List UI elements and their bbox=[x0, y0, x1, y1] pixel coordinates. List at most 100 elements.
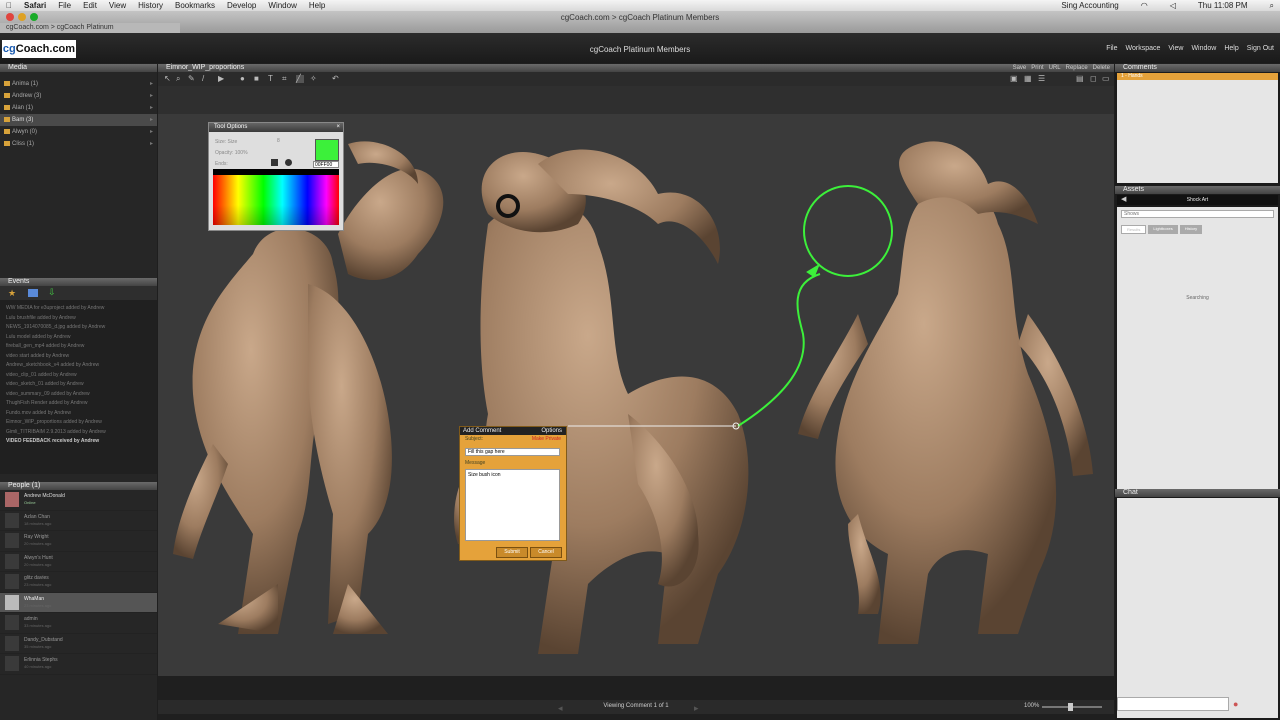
cancel-button[interactable]: Cancel bbox=[530, 547, 562, 558]
menu-view[interactable]: View bbox=[109, 1, 126, 10]
save-link[interactable]: Save bbox=[1013, 64, 1027, 72]
folder-item[interactable]: Anima (1) ▸ bbox=[0, 78, 157, 90]
apple-icon[interactable]:  bbox=[6, 1, 12, 10]
size-value[interactable]: 8 bbox=[277, 138, 280, 144]
list-item[interactable]: Lulu brushfile added by Andrew bbox=[0, 314, 157, 324]
chat-panel-header[interactable]: Chat bbox=[1115, 489, 1280, 497]
list-item[interactable]: Fundo.mov added by Andrew bbox=[0, 409, 157, 419]
play-icon[interactable]: ▶ bbox=[218, 75, 226, 83]
submit-button[interactable]: Submit bbox=[496, 547, 528, 558]
menu-bookmarks[interactable]: Bookmarks bbox=[175, 1, 215, 10]
menu-window[interactable]: Window bbox=[268, 1, 296, 10]
round-end-icon[interactable] bbox=[285, 159, 292, 166]
people-panel-header[interactable]: People (1) bbox=[0, 482, 157, 490]
tab-lightboxes[interactable]: Lightboxes bbox=[1148, 225, 1178, 234]
fit-icon[interactable]: ▣ bbox=[1010, 75, 1018, 83]
list-item[interactable]: NEWS_1914070085_d.jpg added by Andrew bbox=[0, 323, 157, 333]
assets-panel-header[interactable]: Assets bbox=[1115, 186, 1280, 194]
circle-tool-icon[interactable]: ● bbox=[240, 75, 248, 83]
list-item[interactable]: WW MEDIA for e3uproject added by Andrew bbox=[0, 304, 157, 314]
list-item[interactable]: video_sketch_01 added by Andrew bbox=[0, 380, 157, 390]
color-spectrum[interactable] bbox=[213, 175, 339, 225]
next-icon[interactable]: ▸ bbox=[694, 703, 699, 714]
person-row[interactable]: Erlinnia Stephs 40 minutes ago bbox=[0, 654, 157, 675]
subject-input[interactable] bbox=[465, 448, 560, 456]
brush-icon[interactable]: / bbox=[202, 75, 210, 83]
back-icon[interactable]: ◀ bbox=[1121, 195, 1126, 203]
menu-help[interactable]: Help bbox=[309, 1, 325, 10]
list-item[interactable]: video start added by Andrew bbox=[0, 352, 157, 362]
list-item[interactable]: Andrew_sketchbook_v4 added by Andrew bbox=[0, 361, 157, 371]
volume-icon[interactable]: ◁ bbox=[1170, 1, 1176, 10]
menu-edit[interactable]: Edit bbox=[83, 1, 97, 10]
list-item[interactable]: Eimnor_WIP_proportions added by Andrew bbox=[0, 418, 157, 428]
message-input[interactable]: Size bush icon bbox=[465, 469, 560, 541]
tool-options-title[interactable]: Tool Options bbox=[209, 123, 343, 132]
send-icon[interactable]: ● bbox=[1233, 699, 1238, 709]
app-menu-file[interactable]: File bbox=[1106, 45, 1117, 52]
list-view-icon[interactable]: ☰ bbox=[1038, 75, 1046, 83]
image-icon[interactable] bbox=[28, 289, 38, 297]
tab-results[interactable]: Results bbox=[1121, 225, 1147, 234]
person-row[interactable]: glitz davies 23 minutes ago bbox=[0, 572, 157, 593]
square-tool-icon[interactable]: ■ bbox=[254, 75, 262, 83]
text-tool-icon[interactable]: T bbox=[268, 75, 276, 83]
person-row[interactable]: Azlan Chan 18 minutes ago bbox=[0, 511, 157, 531]
menu-history[interactable]: History bbox=[138, 1, 163, 10]
person-row[interactable]: admin 33 minutes ago bbox=[0, 613, 157, 634]
app-menu-help[interactable]: Help bbox=[1224, 45, 1238, 52]
events-panel-header[interactable]: Events bbox=[0, 278, 157, 286]
pointer-icon[interactable]: ↖ bbox=[164, 75, 172, 83]
menu-develop[interactable]: Develop bbox=[227, 1, 256, 10]
window-icon[interactable]: ▭ bbox=[1102, 75, 1110, 83]
menu-safari[interactable]: Safari bbox=[24, 1, 46, 10]
app-menu-view[interactable]: View bbox=[1168, 45, 1183, 52]
options-menu[interactable]: Options bbox=[541, 427, 562, 435]
make-private-toggle[interactable]: Make Private bbox=[532, 435, 561, 443]
app-menu-window[interactable]: Window bbox=[1191, 45, 1216, 52]
menu-file[interactable]: File bbox=[58, 1, 71, 10]
chat-input[interactable] bbox=[1117, 697, 1229, 711]
comment-item[interactable]: 1 - Hands bbox=[1117, 73, 1278, 80]
fullscreen-icon[interactable]: ◻ bbox=[1090, 75, 1098, 83]
list-item[interactable]: ThughFish Render added by Andrew bbox=[0, 399, 157, 409]
app-menu-workspace[interactable]: Workspace bbox=[1126, 45, 1161, 52]
crop-icon[interactable]: ⌗ bbox=[282, 75, 290, 83]
color-swatch[interactable] bbox=[315, 139, 339, 161]
replace-link[interactable]: Replace bbox=[1066, 64, 1088, 72]
viewer-tab[interactable]: Eimnor_WIP_proportions bbox=[158, 64, 1114, 72]
close-icon[interactable]: × bbox=[336, 124, 340, 130]
line-tool-icon[interactable]: ╱ bbox=[296, 75, 304, 83]
person-row[interactable]: Dandy_Dubstand 35 minutes ago bbox=[0, 634, 157, 654]
zoom-slider-handle[interactable] bbox=[1068, 703, 1073, 711]
download-icon[interactable]: ⇩ bbox=[48, 287, 56, 298]
folder-item[interactable]: Bam (3) ▸ bbox=[0, 114, 157, 126]
wand-icon[interactable]: ✧ bbox=[310, 75, 318, 83]
undo-icon[interactable]: ↶ bbox=[332, 75, 340, 83]
person-row[interactable]: WhaMan 23 minutes ago bbox=[0, 592, 157, 613]
search-icon[interactable]: ⌕ bbox=[1270, 1, 1274, 11]
print-link[interactable]: Print bbox=[1031, 64, 1043, 72]
list-item[interactable]: video_clip_01 added by Andrew bbox=[0, 371, 157, 381]
wifi-icon[interactable]: ◠ bbox=[1141, 1, 1148, 10]
person-row[interactable]: Ray Wright 20 minutes ago bbox=[0, 531, 157, 552]
clock[interactable]: Thu 11:08 PM bbox=[1198, 1, 1248, 10]
delete-link[interactable]: Delete bbox=[1093, 64, 1110, 72]
folder-item[interactable]: Alwyn (0) ▸ bbox=[0, 126, 157, 138]
browser-tab[interactable]: cgCoach.com > cgCoach Platinum bbox=[0, 23, 180, 33]
folder-item[interactable]: Cliss (1) ▸ bbox=[0, 138, 157, 150]
zoom-tool-icon[interactable]: ⌕ bbox=[176, 75, 184, 83]
url-link[interactable]: URL bbox=[1049, 64, 1061, 72]
person-row[interactable]: Andrew McDonald Online bbox=[0, 490, 157, 511]
tab-history[interactable]: History bbox=[1179, 225, 1203, 234]
hex-input[interactable] bbox=[313, 161, 339, 168]
pen-icon[interactable]: ✎ bbox=[188, 75, 196, 83]
list-item[interactable]: Lulu model added by Andrew bbox=[0, 333, 157, 343]
list-item[interactable]: fireball_gen_mp4 added by Andrew bbox=[0, 342, 157, 352]
list-item[interactable]: Gimli_TITRIBAIM 2.9.2013 added by Andrew bbox=[0, 428, 157, 438]
star-icon[interactable]: ★ bbox=[8, 288, 16, 299]
media-panel-header[interactable]: Media bbox=[0, 64, 157, 72]
assets-search-input[interactable] bbox=[1121, 210, 1274, 218]
person-row[interactable]: Alwyn's Hunt 20 minutes ago bbox=[0, 552, 157, 572]
folder-item[interactable]: Andrew (3) ▸ bbox=[0, 90, 157, 102]
